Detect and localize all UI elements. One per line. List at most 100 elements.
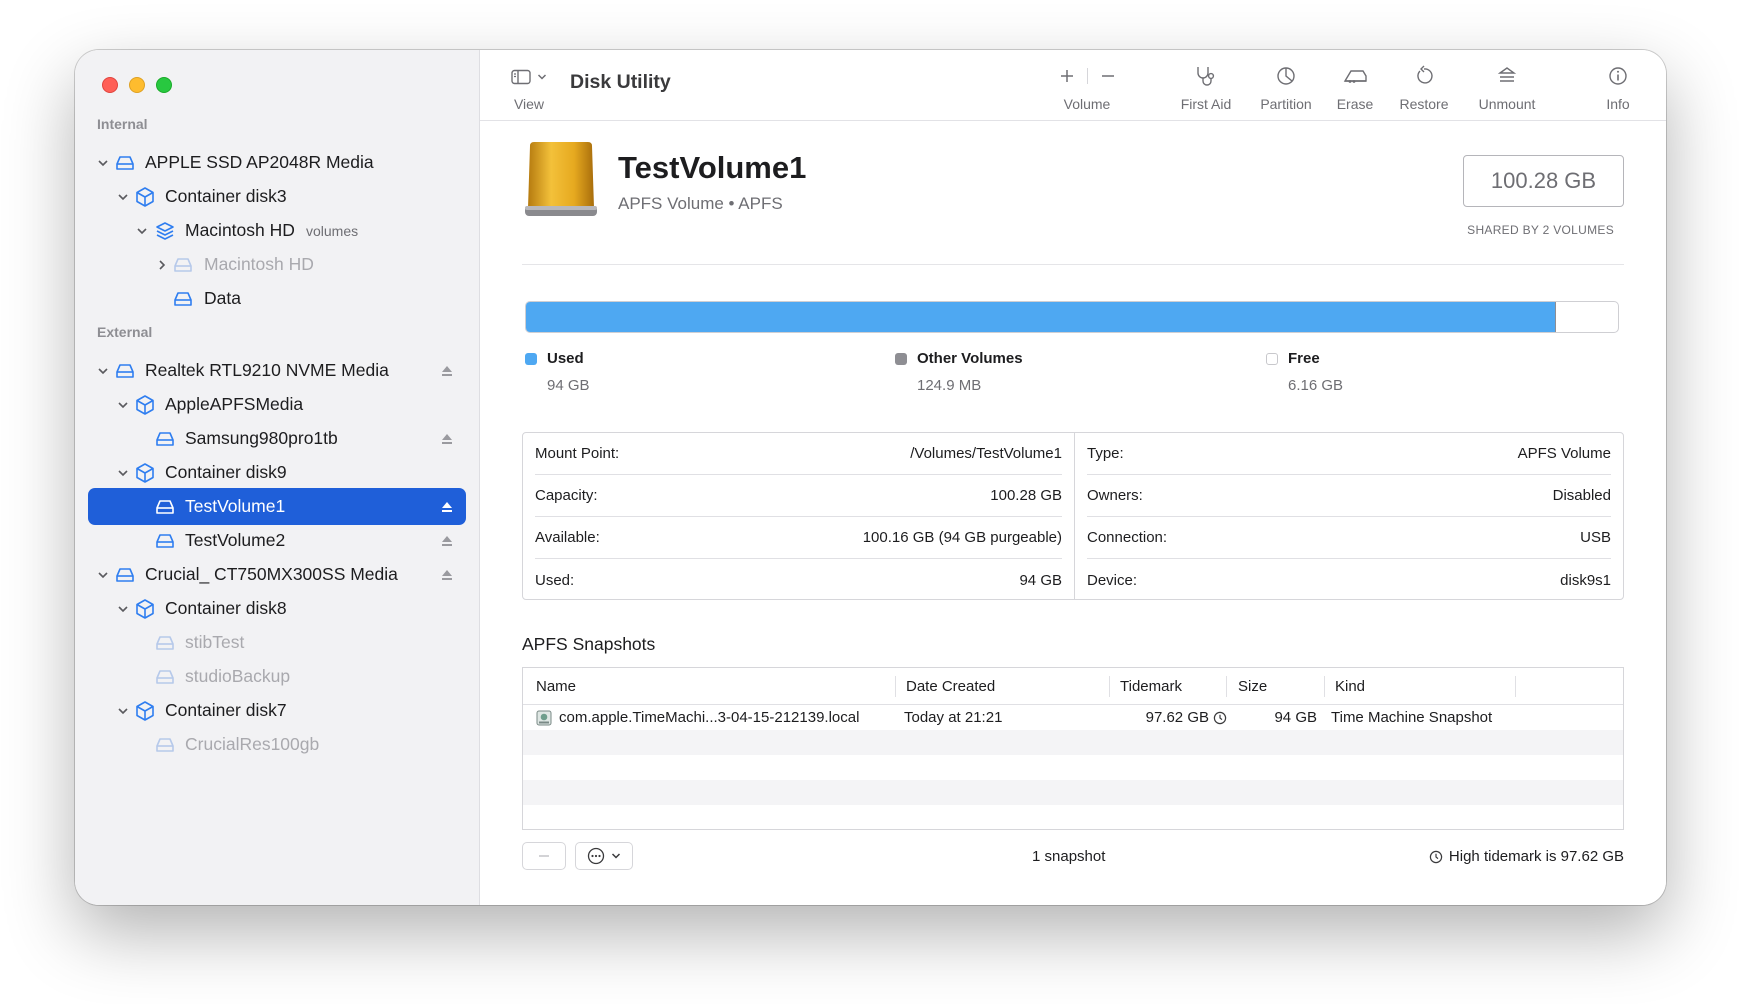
- sidebar-item[interactable]: CrucialRes100gb: [88, 726, 466, 763]
- external-drive-icon: [525, 142, 597, 216]
- chevron-down-icon[interactable]: [116, 398, 130, 412]
- column-header-name[interactable]: Name: [536, 678, 576, 695]
- info-key: Mount Point:: [535, 445, 620, 462]
- container-icon: [136, 186, 154, 207]
- sidebar-item[interactable]: Samsung980pro1tb: [88, 420, 466, 457]
- column-header-date-created[interactable]: Date Created: [906, 678, 995, 695]
- eject-icon[interactable]: [440, 500, 454, 514]
- high-tidemark-note: High tidemark is 97.62 GB: [1429, 848, 1624, 865]
- first-aid-button[interactable]: First Aid: [1170, 64, 1242, 112]
- usage-bar-used-segment: [526, 302, 1555, 332]
- eject-icon[interactable]: [440, 534, 454, 548]
- sidebar-item[interactable]: studioBackup: [88, 658, 466, 695]
- sidebar-item[interactable]: Macintosh HD volumes: [88, 212, 466, 249]
- chevron-down-icon[interactable]: [116, 704, 130, 718]
- info-row-device: Device: disk9s1: [1087, 559, 1611, 601]
- chevron-down-icon[interactable]: [116, 190, 130, 204]
- volume-label: Volume: [1063, 96, 1111, 112]
- chevron-down-icon[interactable]: [116, 466, 130, 480]
- snapshot-row[interactable]: com.apple.TimeMachi...3-04-15-212139.loc…: [523, 705, 1623, 730]
- snapshot-date: Today at 21:21: [904, 709, 1003, 726]
- sidebar-toggle-icon: [511, 69, 531, 85]
- volume-icon: [156, 499, 174, 514]
- sidebar-item-label: Realtek RTL9210 NVME Media: [145, 360, 389, 380]
- used-swatch-icon: [525, 353, 537, 365]
- sidebar-item[interactable]: Container disk7: [88, 692, 466, 729]
- sidebar-item[interactable]: APPLE SSD AP2048R Media: [88, 144, 466, 181]
- restore-arrow-icon: [1417, 65, 1433, 84]
- empty-row: [523, 805, 1623, 829]
- sidebar-item[interactable]: TestVolume2: [88, 522, 466, 559]
- zoom-window-button[interactable]: [156, 77, 172, 93]
- sidebar-item[interactable]: AppleAPFSMedia: [88, 386, 466, 423]
- restore-button[interactable]: Restore: [1392, 64, 1456, 112]
- sidebar-item-label: studioBackup: [185, 666, 291, 686]
- sidebar-item[interactable]: Realtek RTL9210 NVME Media: [88, 352, 466, 389]
- chevron-down-icon[interactable]: [96, 568, 110, 582]
- snapshots-title: APFS Snapshots: [522, 634, 656, 654]
- eject-icon[interactable]: [440, 568, 454, 582]
- sidebar-item-label: Macintosh HD: [185, 220, 295, 240]
- info-label: Info: [1606, 96, 1630, 112]
- container-icon: [136, 700, 154, 721]
- minus-icon: [539, 855, 549, 857]
- volume-info-table: Mount Point: /Volumes/TestVolume1 Capaci…: [522, 432, 1624, 600]
- volume-group-icon: [156, 221, 174, 240]
- eraser-icon: [1343, 70, 1367, 83]
- sidebar-item-label: Crucial_ CT750MX300SS Media: [145, 564, 398, 584]
- column-header-tidemark[interactable]: Tidemark: [1120, 678, 1182, 695]
- sidebar-item[interactable]: Container disk8: [88, 590, 466, 627]
- sidebar-item-label: Container disk7: [165, 700, 287, 720]
- eject-icon[interactable]: [440, 364, 454, 378]
- info-key: Device:: [1087, 571, 1138, 589]
- info-column-left: Mount Point: /Volumes/TestVolume1 Capaci…: [523, 433, 1075, 599]
- info-value: 100.16 GB (94 GB purgeable): [862, 529, 1062, 546]
- usage-bar-other-segment: [1554, 302, 1556, 332]
- info-button[interactable]: Info: [1596, 64, 1640, 112]
- partition-label: Partition: [1260, 96, 1312, 112]
- remove-volume-icon[interactable]: [1100, 68, 1116, 84]
- delete-snapshot-button[interactable]: [522, 842, 566, 870]
- sidebar-item[interactable]: Container disk3: [88, 178, 466, 215]
- column-header-kind[interactable]: Kind: [1335, 678, 1365, 695]
- sidebar: Internal External APPLE SSD AP2048R Medi…: [75, 50, 480, 905]
- info-key: Type:: [1087, 445, 1124, 462]
- first-aid-label: First Aid: [1180, 96, 1232, 112]
- view-label: View: [513, 96, 545, 112]
- chevron-down-icon[interactable]: [96, 156, 110, 170]
- sidebar-item[interactable]: Container disk9: [88, 454, 466, 491]
- legend-other-value: 124.9 MB: [917, 377, 982, 394]
- erase-label: Erase: [1336, 96, 1374, 112]
- info-row-available: Available: 100.16 GB (94 GB purgeable): [535, 517, 1062, 559]
- main-pane: View Disk Utility Volume First Aid Parti…: [480, 50, 1666, 905]
- close-window-button[interactable]: [102, 77, 118, 93]
- sidebar-item[interactable]: stibTest: [88, 624, 466, 661]
- sidebar-item[interactable]: Crucial_ CT750MX300SS Media: [88, 556, 466, 593]
- volume-subtitle: APFS Volume • APFS: [618, 194, 783, 213]
- legend-used-value: 94 GB: [547, 377, 590, 394]
- unmount-button[interactable]: Unmount: [1465, 64, 1549, 112]
- empty-row: [523, 780, 1623, 805]
- add-volume-icon[interactable]: [1059, 68, 1075, 84]
- chevron-right-icon[interactable]: [155, 258, 169, 272]
- volume-size-caption: SHARED BY 2 VOLUMES: [1467, 223, 1614, 237]
- sidebar-section-external: External: [97, 324, 153, 340]
- sidebar-item-label: TestVolume1: [185, 496, 286, 516]
- chevron-down-icon[interactable]: [96, 364, 110, 378]
- sidebar-item[interactable]: Data: [88, 280, 466, 317]
- erase-button[interactable]: Erase: [1325, 64, 1385, 112]
- snapshots-table: Name Date Created Tidemark Size Kind com…: [522, 667, 1624, 830]
- chevron-down-icon[interactable]: [135, 224, 149, 238]
- info-row-used: Used: 94 GB: [535, 559, 1062, 601]
- sidebar-item[interactable]: TestVolume1: [88, 488, 466, 525]
- partition-button[interactable]: Partition: [1250, 64, 1322, 112]
- column-header-size[interactable]: Size: [1238, 678, 1267, 695]
- sidebar-item[interactable]: Macintosh HD: [88, 246, 466, 283]
- minimize-window-button[interactable]: [129, 77, 145, 93]
- chevron-down-icon[interactable]: [116, 602, 130, 616]
- info-value: 94 GB: [1019, 571, 1062, 589]
- view-button[interactable]: View: [506, 66, 552, 112]
- eject-icon[interactable]: [440, 432, 454, 446]
- snapshot-actions-menu-button[interactable]: [575, 842, 633, 870]
- sidebar-item-label: Samsung980pro1tb: [185, 428, 338, 448]
